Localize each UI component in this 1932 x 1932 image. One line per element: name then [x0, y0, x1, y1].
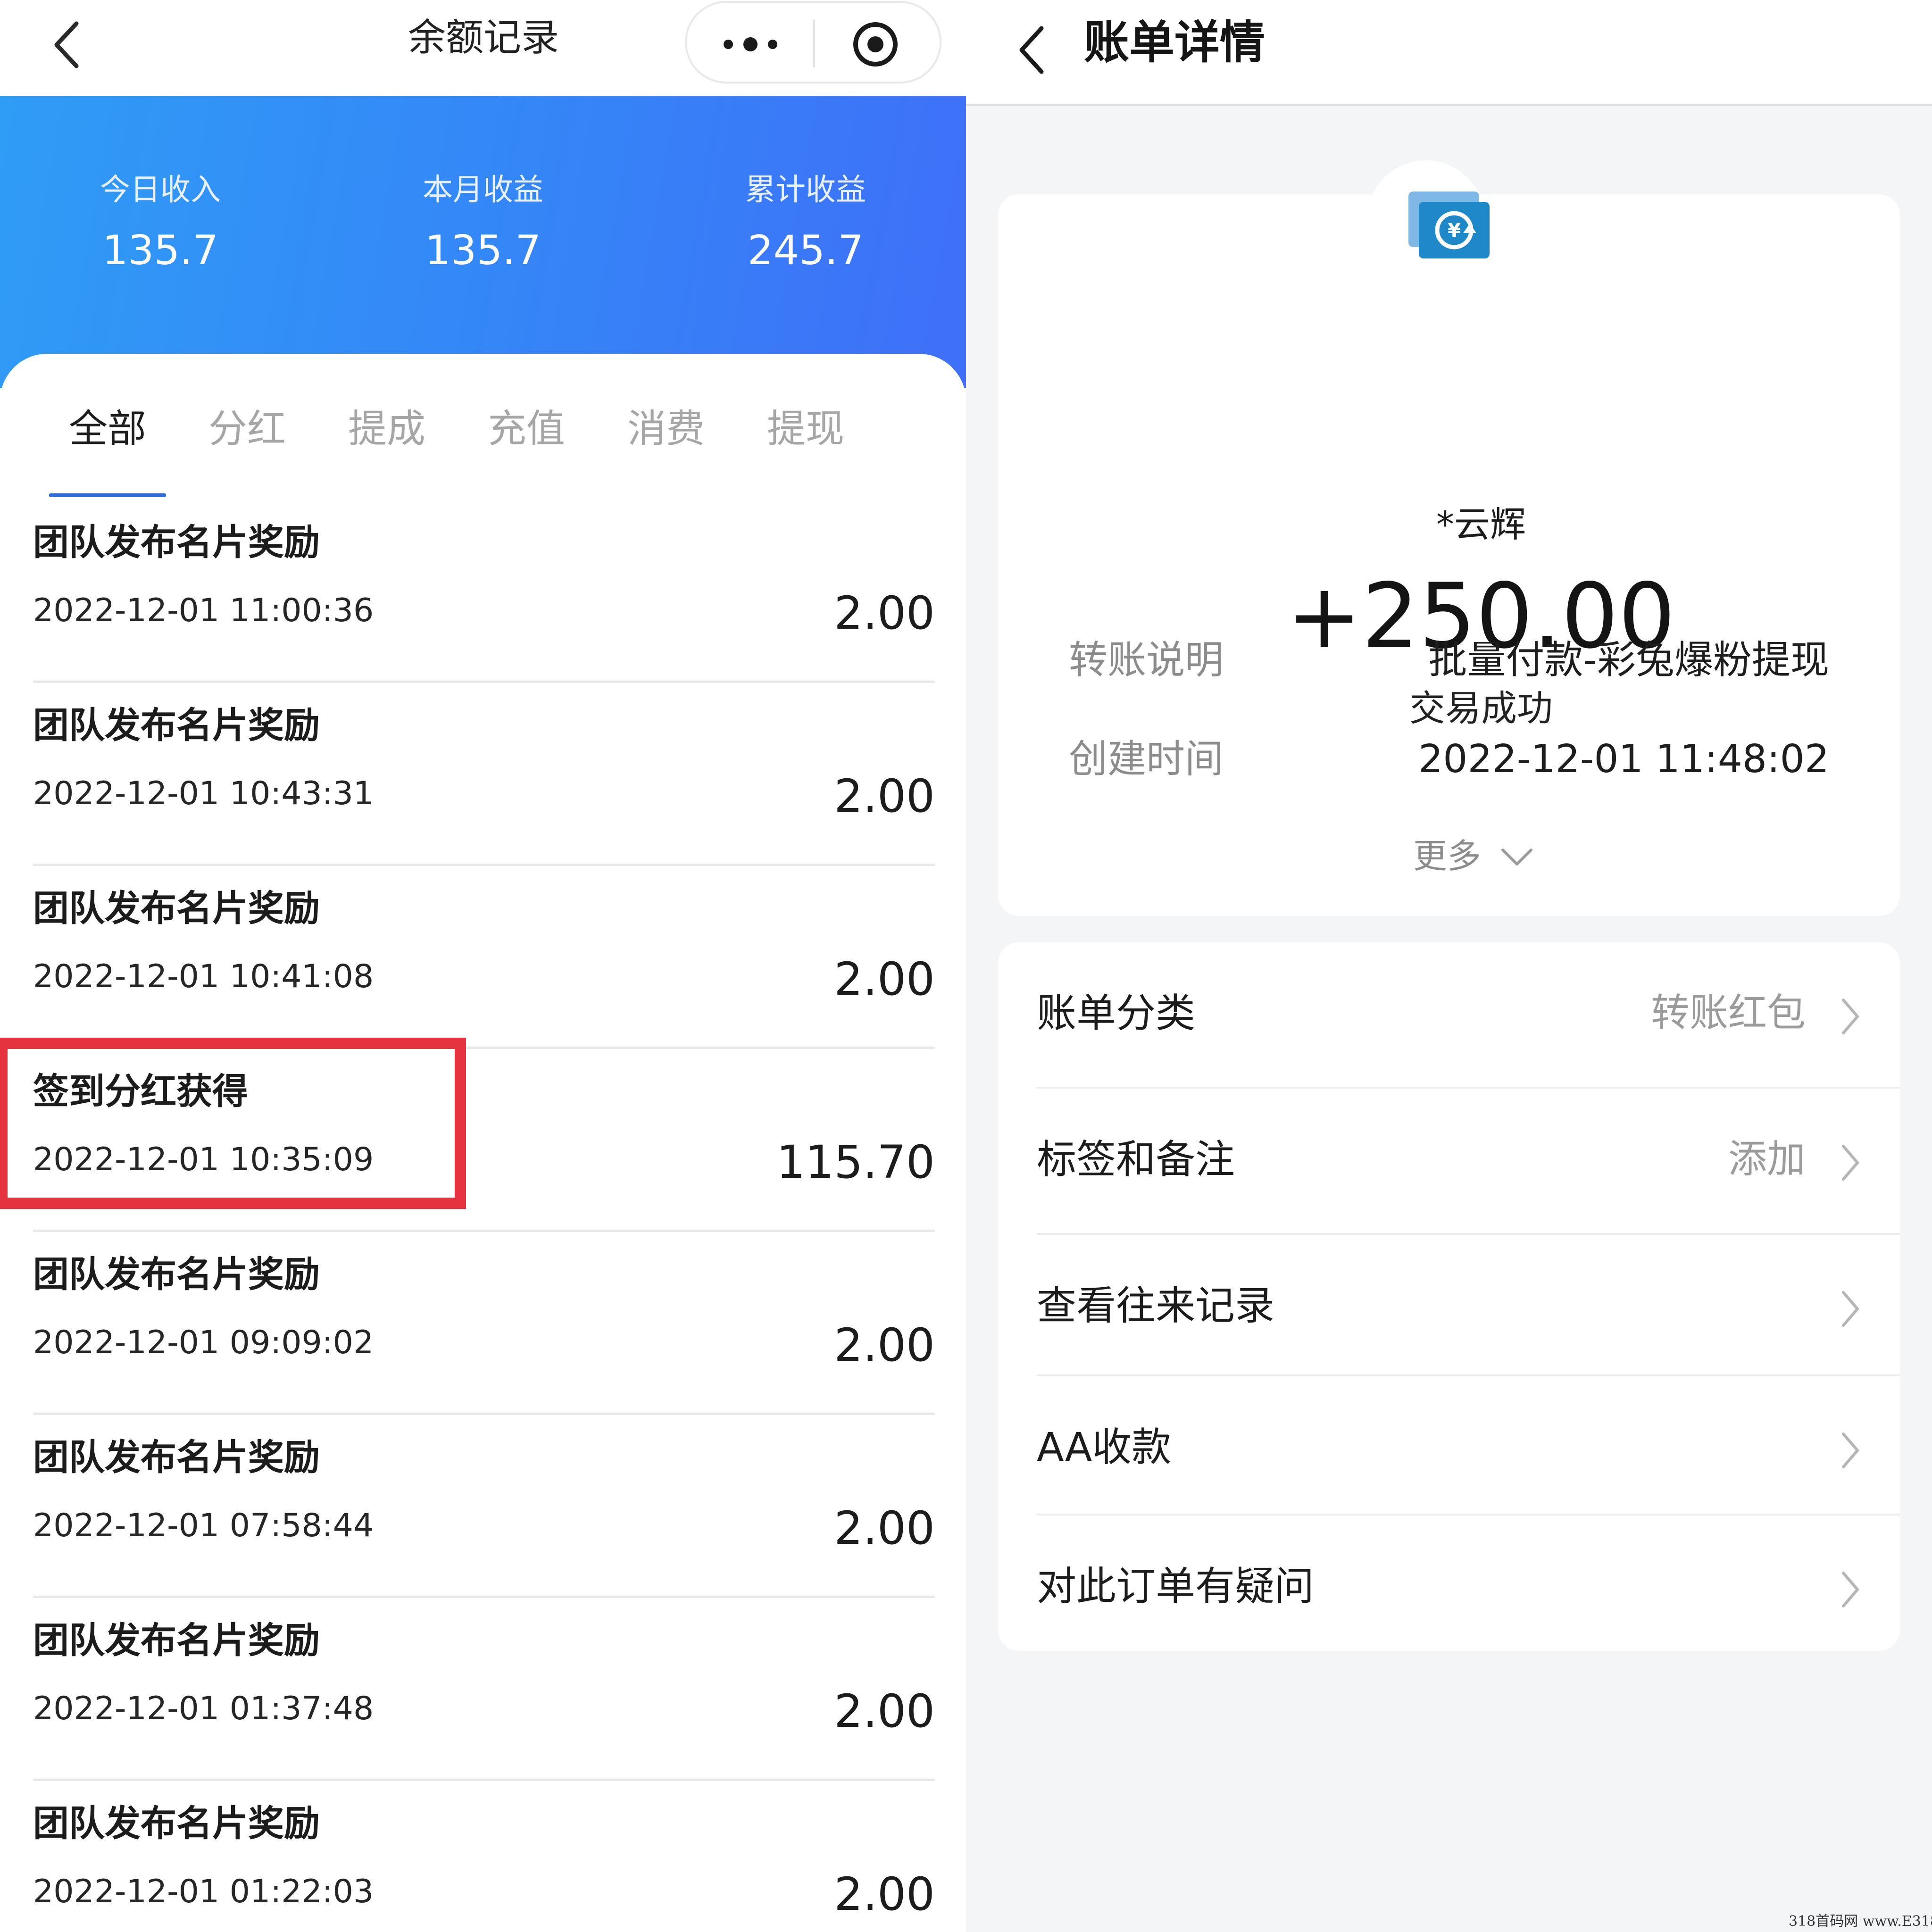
record-amount: 2.00 [834, 770, 935, 823]
detail-value-note: 批量付款-彩兔爆粉提现 [1428, 638, 1829, 683]
transaction-status: 交易成功 [1409, 687, 1553, 729]
stat-today-income: 今日收入 135.7 [61, 169, 259, 276]
stat-month-earnings: 本月收益 135.7 [384, 169, 582, 276]
menu-tags-notes[interactable]: 标签和备注 添加 [1037, 1089, 1900, 1235]
detail-label-created: 创建时间 [1069, 737, 1224, 782]
chevron-right-icon [1842, 1145, 1859, 1181]
chevron-right-icon [1842, 1291, 1859, 1327]
record-time: 2022-12-01 01:22:03 [33, 1873, 374, 1910]
page-title: 余额记录 [408, 16, 559, 59]
balance-records-screen: 余额记录 今日收入 135.7 本月收益 135.7 累计收益 245.7 全部… [0, 0, 966, 1932]
chevron-right-icon [1842, 999, 1859, 1034]
tab-recharge[interactable]: 充值 [475, 401, 578, 458]
menu-aa-collection[interactable]: AA收款 [1037, 1376, 1900, 1516]
payee-name: *云辉 [1436, 503, 1526, 545]
record-time: 2022-12-01 10:43:31 [33, 775, 374, 812]
earnings-banner: 今日收入 135.7 本月收益 135.7 累计收益 245.7 [0, 96, 966, 388]
transaction-card: *云辉 +250.00 交易成功 转账说明 批量付款-彩兔爆粉提现 创建时间 2… [998, 194, 1900, 916]
record-amount: 2.00 [834, 1502, 935, 1555]
stat-label: 今日收入 [100, 173, 221, 208]
menu-label: 账单分类 [1037, 990, 1196, 1036]
record-amount: 115.70 [776, 1136, 935, 1189]
page-title: 账单详情 [1084, 16, 1265, 69]
highlight-annotation-box [0, 1038, 466, 1209]
stat-value: 135.7 [102, 227, 219, 274]
stat-label: 累计收益 [745, 173, 866, 208]
record-title: 团队发布名片奖励 [33, 1619, 320, 1661]
record-time: 2022-12-01 11:00:36 [33, 592, 374, 629]
tab-withdraw[interactable]: 提现 [754, 401, 858, 458]
record-row[interactable]: 团队发布名片奖励 2022-12-01 07:58:44 2.00 [33, 1415, 935, 1598]
top-nav-bar: 账单详情 [966, 0, 1932, 106]
menu-view-history[interactable]: 查看往来记录 [1037, 1235, 1900, 1376]
back-arrow-icon[interactable] [1008, 13, 1059, 84]
menu-value: 添加 [1728, 1137, 1806, 1182]
record-row[interactable]: 团队发布名片奖励 2022-12-01 10:41:08 2.00 [33, 866, 935, 1049]
menu-bill-category[interactable]: 账单分类 转账红包 [1037, 942, 1900, 1089]
record-title: 团队发布名片奖励 [33, 704, 320, 746]
more-dots-icon[interactable] [715, 25, 786, 63]
record-row[interactable]: 团队发布名片奖励 2022-12-01 01:37:48 2.00 [33, 1598, 935, 1781]
more-label: 更多 [1413, 836, 1482, 876]
chevron-down-icon [1501, 849, 1532, 866]
detail-label-note: 转账说明 [1069, 638, 1224, 683]
record-row[interactable]: 团队发布名片奖励 2022-12-01 09:09:02 2.00 [33, 1232, 935, 1415]
record-title: 团队发布名片奖励 [33, 521, 320, 563]
menu-label: 标签和备注 [1037, 1136, 1235, 1183]
mini-program-capsule [685, 1, 941, 83]
stat-total-earnings: 累计收益 245.7 [707, 169, 905, 276]
menu-label: 对此订单有疑问 [1037, 1563, 1315, 1609]
menu-label: AA收款 [1037, 1424, 1172, 1470]
bill-actions-card: 账单分类 转账红包 标签和备注 添加 查看往来记录 AA收款 对此订单有疑问 [998, 942, 1900, 1651]
record-amount: 2.00 [834, 587, 935, 640]
record-title: 团队发布名片奖励 [33, 887, 320, 929]
tab-dividend[interactable]: 分红 [195, 401, 299, 458]
record-time: 2022-12-01 10:41:08 [33, 958, 374, 995]
record-time: 2022-12-01 09:09:02 [33, 1324, 374, 1361]
svg-text:¥: ¥ [1448, 220, 1461, 242]
back-arrow-icon[interactable] [43, 9, 95, 80]
record-amount: 2.00 [834, 953, 935, 1006]
record-title: 团队发布名片奖励 [33, 1802, 320, 1844]
detail-value-created: 2022-12-01 11:48:02 [1418, 737, 1829, 782]
stat-label: 本月收益 [423, 173, 543, 208]
close-target-icon[interactable] [852, 21, 899, 68]
record-row[interactable]: 团队发布名片奖励 2022-12-01 01:22:03 2.00 [33, 1781, 935, 1932]
tab-consumption[interactable]: 消费 [614, 401, 718, 458]
menu-label: 查看往来记录 [1037, 1282, 1275, 1329]
site-watermark: 318首码网 www.E318.com [1789, 1913, 1932, 1930]
menu-order-question[interactable]: 对此订单有疑问 [1037, 1516, 1900, 1651]
menu-value: 转账红包 [1650, 991, 1806, 1035]
top-nav-bar: 余额记录 [0, 0, 966, 96]
record-row[interactable]: 团队发布名片奖励 2022-12-01 10:43:31 2.00 [33, 683, 935, 866]
active-tab-indicator [49, 493, 166, 497]
chevron-right-icon [1842, 1572, 1859, 1607]
tab-all[interactable]: 全部 [56, 401, 159, 458]
record-time: 2022-12-01 07:58:44 [33, 1507, 374, 1544]
record-title: 团队发布名片奖励 [33, 1436, 320, 1478]
stat-value: 135.7 [425, 227, 541, 274]
more-toggle[interactable]: 更多 [1413, 830, 1555, 882]
record-row[interactable]: 团队发布名片奖励 2022-12-01 11:00:36 2.00 [33, 500, 935, 683]
chevron-right-icon [1842, 1432, 1859, 1468]
capsule-divider [813, 20, 815, 67]
tab-commission[interactable]: 提成 [335, 401, 439, 458]
filter-tabs: 全部 分红 提成 充值 消费 提现 [0, 382, 966, 500]
record-title: 团队发布名片奖励 [33, 1253, 320, 1295]
record-amount: 2.00 [834, 1868, 935, 1921]
record-amount: 2.00 [834, 1685, 935, 1738]
stat-value: 245.7 [747, 227, 864, 274]
transfer-yuan-icon: ¥ [1408, 192, 1490, 258]
bill-detail-screen: 账单详情 *云辉 +250.00 交易成功 转账说明 批量付款-彩兔爆粉提现 创… [966, 0, 1932, 1932]
record-amount: 2.00 [834, 1319, 935, 1372]
record-time: 2022-12-01 01:37:48 [33, 1690, 374, 1727]
